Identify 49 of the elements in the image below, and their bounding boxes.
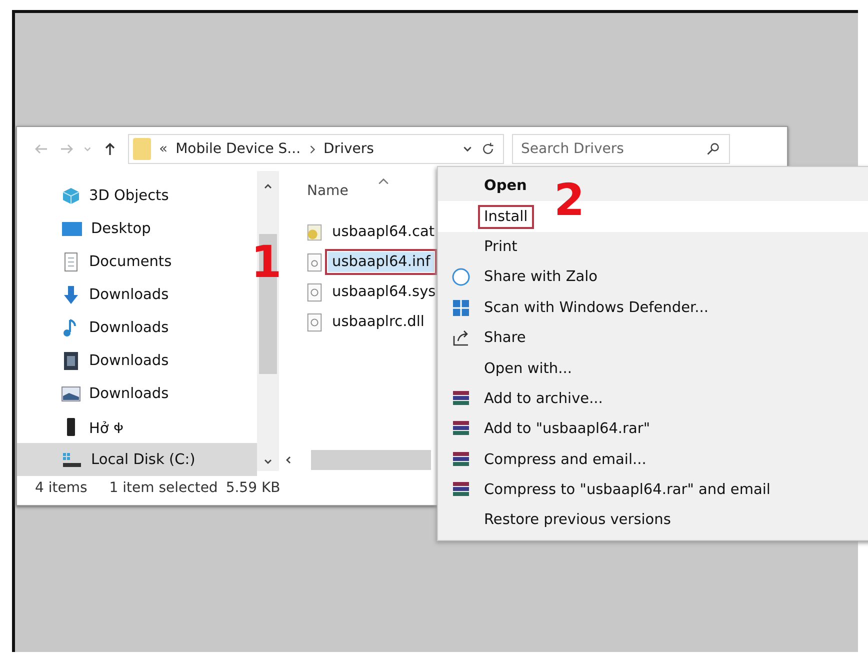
share-icon [451,328,471,348]
item-count: 4 items [35,480,88,496]
menu-item[interactable]: Install [481,208,531,226]
file-size: 5.59 KB [226,480,280,496]
address-bar[interactable]: « Mobile Device S... Drivers [128,134,504,164]
sidebar-item[interactable]: Hở 𐐡 [17,410,257,443]
system-file-icon [305,282,324,302]
certificate-file-icon [305,222,324,242]
sidebar-item[interactable]: Downloads [17,344,257,377]
menu-item[interactable]: Open [481,177,530,196]
column-header[interactable]: Name [307,183,348,199]
file-item[interactable]: usbaaplrc.dll [328,312,428,332]
film-icon [61,350,81,370]
menu-item[interactable]: Print [481,238,520,256]
breadcrumb-segment[interactable]: Mobile Device S... [176,141,301,157]
menu-item[interactable]: Add to archive... [481,390,606,408]
search-icon [706,142,720,156]
cube-icon [61,186,81,206]
scrollbar[interactable] [257,171,279,471]
sort-caret-icon [378,178,390,184]
selection-count: 1 item selected [109,480,218,496]
menu-item[interactable]: Compress to "usbaapl64.rar" and email [481,481,774,500]
menu-item[interactable]: Scan with Windows Defender... [481,298,712,317]
sidebar-item[interactable]: 3D Objects [17,179,257,212]
sidebar-item[interactable]: Local Disk (C:) [17,443,257,476]
shield-grid-icon [451,298,471,318]
file-item[interactable]: usbaapl64.sys [328,282,440,302]
step-number: 2 [554,179,585,224]
menu-item[interactable]: Compress and email... [481,450,650,469]
menu-item[interactable]: Add to "usbaapl64.rar" [481,420,654,438]
breadcrumb-segment[interactable]: Drivers [324,141,374,157]
sidebar-item[interactable]: Downloads [17,377,257,410]
menu-item[interactable]: Share with Zalo [481,268,601,286]
picture-icon [61,384,81,404]
overflow-chevrons[interactable]: « [159,141,168,157]
refresh-icon[interactable] [481,142,495,156]
file-item[interactable]: usbaapl64.inf [328,252,434,272]
menu-item[interactable]: Share [481,329,529,348]
folder-icon [133,138,151,160]
down-arrow-icon [61,284,81,304]
menu-item[interactable]: Open with... [481,360,575,378]
scrollbar-thumb[interactable] [311,450,431,470]
search-field[interactable]: Search Drivers [512,134,730,164]
chevron-right-icon [308,144,316,154]
settings-file-icon [305,252,324,272]
file-item[interactable]: usbaapl64.cat [328,222,439,242]
sidebar-item[interactable]: Downloads [17,311,257,344]
system-file-icon [305,312,324,332]
menu-item[interactable]: Restore previous versions [481,511,674,530]
